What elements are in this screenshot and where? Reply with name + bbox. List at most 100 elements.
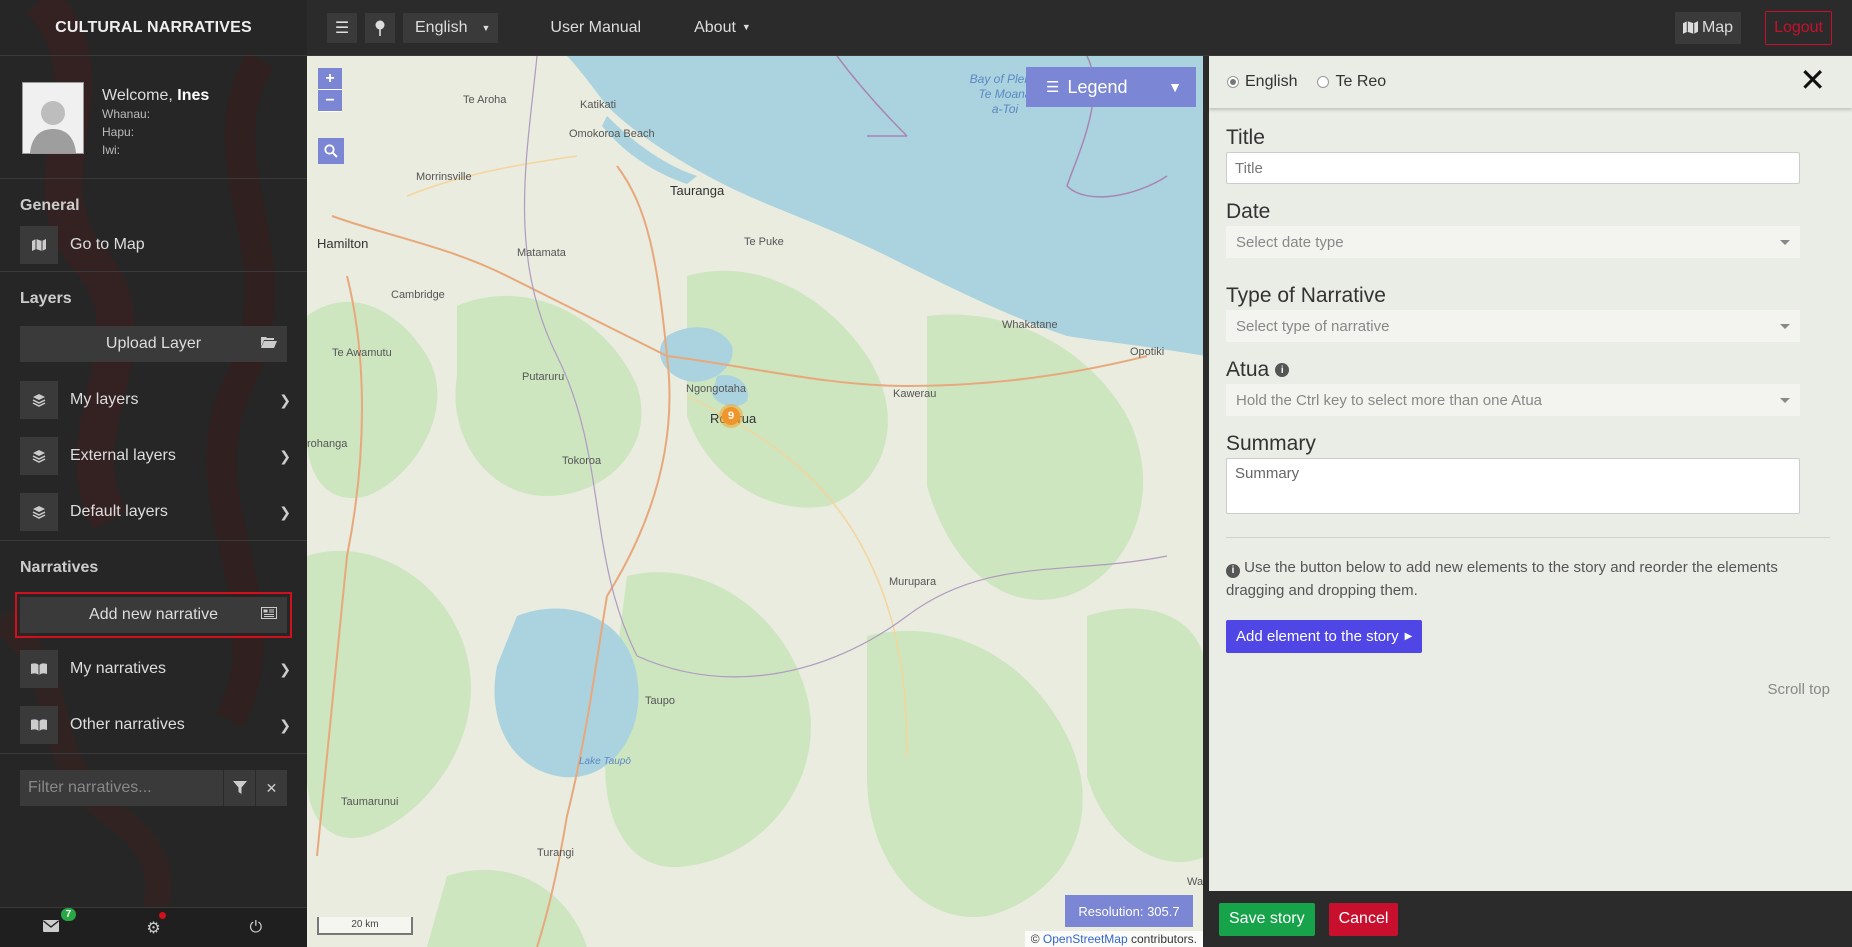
add-element-button[interactable]: Add element to the story ▶ bbox=[1226, 620, 1423, 653]
filter-row: ✕ bbox=[20, 770, 287, 806]
language-value: English bbox=[415, 18, 468, 36]
settings-button[interactable]: ⚙ bbox=[138, 911, 168, 938]
layers-icon bbox=[20, 493, 58, 531]
welcome-line: Welcome, Ines bbox=[102, 87, 209, 105]
upload-layer-button[interactable]: Upload Layer bbox=[20, 326, 287, 362]
general-heading: General bbox=[20, 197, 80, 214]
map-search-button[interactable] bbox=[318, 138, 344, 164]
profile-text: Welcome, Ines Whanau: Hapu: Iwi: bbox=[102, 82, 209, 159]
go-to-map-item[interactable]: Go to Map bbox=[20, 225, 287, 265]
add-new-narrative-button[interactable]: Add new narrative bbox=[15, 592, 292, 638]
add-new-narrative-label: Add new narrative bbox=[89, 606, 218, 623]
close-panel-button[interactable]: ✕ bbox=[1799, 64, 1826, 96]
attribution-prefix: © bbox=[1030, 932, 1040, 946]
summary-textarea[interactable] bbox=[1226, 458, 1800, 514]
scroll-top-link[interactable]: Scroll top bbox=[1226, 681, 1830, 698]
map-scale-bar: 20 km bbox=[317, 917, 413, 935]
info-icon[interactable]: i bbox=[1275, 363, 1290, 377]
zoom-control: + − bbox=[318, 68, 342, 112]
map-button[interactable]: Map bbox=[1674, 11, 1742, 44]
topnav-right: Map Logout bbox=[1674, 10, 1832, 45]
title-input[interactable] bbox=[1226, 152, 1800, 184]
layers-icon bbox=[20, 437, 58, 475]
caret-down-icon: ▼ bbox=[741, 21, 751, 32]
narrative-cluster-marker[interactable]: 9 bbox=[719, 404, 743, 428]
map-view[interactable]: Te Aroha Katikati Omokoroa Beach Taurang… bbox=[307, 56, 1206, 947]
envelope-icon bbox=[43, 919, 60, 932]
messages-count-badge: 7 bbox=[60, 907, 77, 921]
my-narratives-label: My narratives bbox=[70, 660, 167, 677]
chevron-right-icon: ❯ bbox=[279, 447, 291, 464]
save-story-button[interactable]: Save story bbox=[1219, 902, 1315, 936]
narrative-type-select[interactable]: Select type of narrative bbox=[1226, 310, 1800, 342]
newspaper-icon bbox=[261, 606, 277, 622]
avatar bbox=[22, 82, 84, 154]
place-label: Kawerau bbox=[893, 388, 937, 400]
sidebar-item-other-narratives[interactable]: Other narratives ❯ bbox=[20, 697, 291, 753]
title-label: Title bbox=[1226, 126, 1265, 149]
caret-down-icon: ▼ bbox=[481, 22, 491, 33]
app-brand[interactable]: CULTURAL NARRATIVES bbox=[0, 0, 307, 56]
user-manual-link[interactable]: User Manual bbox=[550, 19, 641, 37]
atua-select[interactable]: Hold the Ctrl key to select more than on… bbox=[1226, 384, 1800, 416]
clear-filter-button[interactable]: ✕ bbox=[255, 770, 287, 806]
add-element-hint: i Use the button below to add new elemen… bbox=[1226, 556, 1800, 602]
map-pin-icon bbox=[375, 20, 385, 36]
pin-button[interactable] bbox=[365, 12, 395, 43]
filter-button[interactable] bbox=[223, 770, 255, 806]
chevron-right-icon: ❯ bbox=[279, 503, 291, 520]
folder-open-icon bbox=[261, 335, 277, 351]
sidebar-item-default-layers[interactable]: Default layers ❯ bbox=[20, 484, 291, 540]
atua-label-row: Atua i bbox=[1226, 356, 1800, 384]
map-attribution: © OpenStreetMap contributors. bbox=[1024, 931, 1203, 947]
panel-language-header: English Te Reo ✕ bbox=[1209, 56, 1852, 108]
resolution-display: Resolution: 305.7 bbox=[1065, 895, 1193, 927]
cluster-count: 9 bbox=[722, 407, 740, 425]
date-type-select[interactable]: Select date type bbox=[1226, 226, 1800, 258]
lang-radio-te-reo[interactable]: Te Reo bbox=[1317, 73, 1386, 91]
layers-heading: Layers bbox=[20, 290, 72, 307]
map-icon bbox=[20, 226, 58, 264]
place-label: Ngongotaha bbox=[686, 383, 746, 395]
external-layers-label: External layers bbox=[70, 447, 176, 464]
radio-selected-icon bbox=[1227, 76, 1239, 88]
filter-narratives-input[interactable] bbox=[20, 770, 223, 806]
messages-button[interactable]: 7 bbox=[36, 907, 77, 937]
default-layers-label: Default layers bbox=[70, 503, 168, 520]
sidebar-item-my-layers[interactable]: My layers ❯ bbox=[20, 372, 291, 428]
upload-layer-label: Upload Layer bbox=[105, 335, 202, 352]
general-section: General Go to Map bbox=[0, 179, 307, 272]
about-label: About bbox=[694, 18, 736, 36]
sidebar-item-my-narratives[interactable]: My narratives ❯ bbox=[20, 641, 291, 697]
place-label: Hamilton bbox=[317, 236, 369, 251]
chevron-right-icon: ❯ bbox=[279, 660, 291, 677]
menu-toggle-button[interactable]: ☰ bbox=[327, 12, 357, 43]
zoom-out-button[interactable]: − bbox=[318, 90, 342, 112]
openstreetmap-link[interactable]: OpenStreetMap bbox=[1043, 932, 1128, 946]
power-button[interactable]: ⏻ bbox=[241, 919, 271, 937]
radio-unselected-icon bbox=[1317, 76, 1330, 88]
divider bbox=[1226, 537, 1830, 538]
legend-toggle-button[interactable]: ☰ Legend ▼ bbox=[1026, 67, 1196, 107]
user-profile: Welcome, Ines Whanau: Hapu: Iwi: bbox=[0, 56, 307, 179]
zoom-in-button[interactable]: + bbox=[318, 68, 342, 90]
close-icon: ✕ bbox=[265, 779, 278, 796]
logout-button[interactable]: Logout bbox=[1765, 10, 1832, 45]
place-label-text: Omokoroa Beach bbox=[569, 128, 655, 140]
lang-radio-english[interactable]: English bbox=[1227, 73, 1297, 91]
about-dropdown[interactable]: About ▼ bbox=[694, 19, 751, 37]
cancel-button[interactable]: Cancel bbox=[1328, 902, 1399, 936]
lang-radio-label: English bbox=[1245, 73, 1298, 90]
user-silhouette-icon bbox=[30, 101, 76, 153]
language-select[interactable]: English ▼ bbox=[403, 12, 499, 43]
hapu-label: Hapu: bbox=[102, 125, 135, 139]
filter-section: ✕ bbox=[0, 770, 307, 806]
sidebar: CULTURAL NARRATIVES Welcome, Ines Whanau… bbox=[0, 0, 307, 947]
list-icon: ☰ bbox=[1046, 79, 1060, 96]
notification-dot bbox=[159, 911, 167, 919]
info-icon: i bbox=[1226, 563, 1240, 578]
place-label: Taupo bbox=[645, 695, 675, 707]
place-label: Putaruru bbox=[522, 371, 565, 383]
gear-icon: ⚙ bbox=[146, 919, 161, 937]
sidebar-item-external-layers[interactable]: External layers ❯ bbox=[20, 428, 291, 484]
